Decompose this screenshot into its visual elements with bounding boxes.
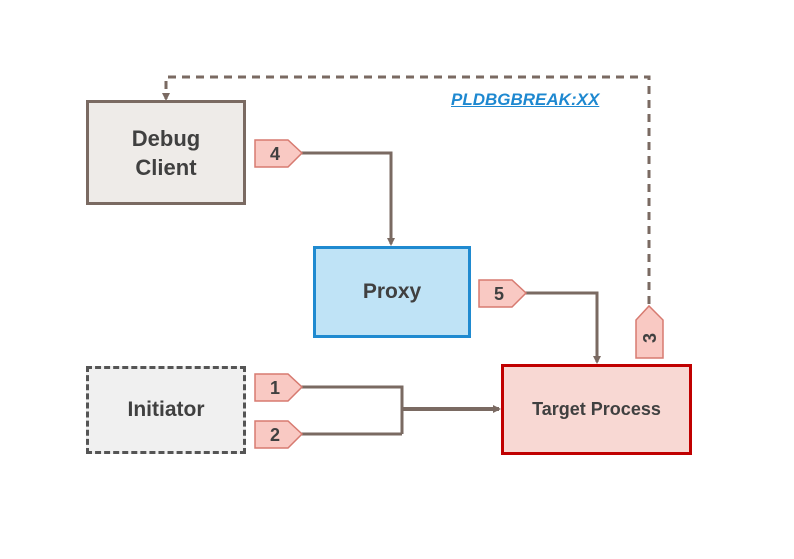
step-number: 3 bbox=[640, 333, 660, 343]
step-number: 5 bbox=[494, 284, 504, 304]
initiator-node: Initiator bbox=[86, 366, 246, 454]
connector-1 bbox=[300, 385, 404, 434]
pldbgbreak-link[interactable]: PLDBGBREAK:XX bbox=[451, 90, 599, 110]
node-label: Debug Client bbox=[131, 125, 201, 180]
debug-client-node: Debug Client bbox=[86, 100, 246, 205]
step-flag-5: 5 bbox=[478, 279, 528, 308]
node-label: Proxy bbox=[362, 280, 422, 303]
connector-4 bbox=[300, 151, 395, 246]
node-label: Target Process bbox=[532, 399, 661, 419]
step-flag-2: 2 bbox=[254, 420, 304, 449]
node-label: Initiator bbox=[127, 398, 205, 421]
step-number: 2 bbox=[270, 425, 280, 445]
target-process-node: Target Process bbox=[501, 364, 692, 455]
step-flag-4: 4 bbox=[254, 139, 304, 168]
step-flag-1: 1 bbox=[254, 373, 304, 402]
step-number: 4 bbox=[270, 144, 280, 164]
connector-5 bbox=[524, 291, 601, 364]
proxy-node: Proxy bbox=[313, 246, 471, 338]
step-number: 1 bbox=[270, 378, 280, 398]
step-flag-3: 3 bbox=[635, 304, 664, 359]
